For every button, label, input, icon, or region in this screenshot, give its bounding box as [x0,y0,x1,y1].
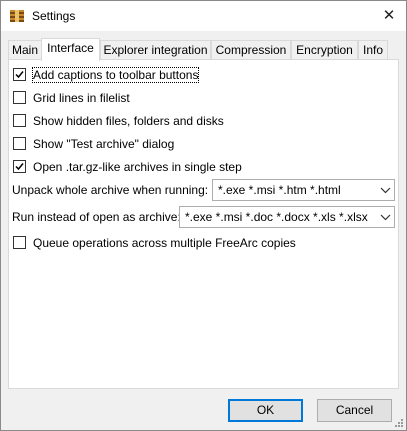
run-instead-label: Run instead of open as archive: [12,210,181,224]
checkbox-checked[interactable] [13,68,26,81]
chevron-down-icon[interactable] [377,207,394,227]
option-label: Add captions to toolbar buttons [31,67,200,83]
tab-interface[interactable]: Interface [41,38,100,61]
tab-info[interactable]: Info [358,40,388,60]
cancel-button[interactable]: Cancel [317,399,392,422]
settings-window: Settings ✕ Main Interface Explorer integ… [0,0,407,431]
tab-encryption[interactable]: Encryption [291,40,358,60]
archive-icon [10,10,24,22]
checkbox-unchecked[interactable] [13,114,26,127]
option-label: Grid lines in filelist [33,91,130,105]
unpack-value: *.exe *.msi *.htm *.html [218,183,341,197]
resize-grip-icon[interactable] [394,418,404,428]
unpack-combo[interactable]: *.exe *.msi *.htm *.html [212,179,395,201]
checkbox-unchecked[interactable] [13,236,26,249]
checkbox-unchecked[interactable] [13,137,26,150]
tab-strip: Main Interface Explorer integration Comp… [8,38,400,61]
window-title: Settings [32,9,76,23]
tab-explorer-integration[interactable]: Explorer integration [100,40,211,60]
interface-panel: Add captions to toolbar buttons Grid lin… [8,59,399,389]
close-button[interactable]: ✕ [372,1,406,31]
checkmark-icon [15,71,24,79]
option-label: Open .tar.gz-like archives in single ste… [33,160,242,174]
option-label: Show hidden files, folders and disks [33,114,224,128]
option-label: Queue operations across multiple FreeArc… [33,236,296,250]
checkmark-icon [15,163,24,171]
run-instead-combo[interactable]: *.exe *.msi *.doc *.docx *.xls *.xlsx [179,206,395,228]
tab-main[interactable]: Main [8,40,42,60]
title-bar: Settings ✕ [1,1,406,31]
chevron-down-icon[interactable] [377,180,394,200]
unpack-label: Unpack whole archive when running: [12,183,209,197]
checkbox-unchecked[interactable] [13,91,26,104]
ok-button[interactable]: OK [228,399,303,422]
run-instead-value: *.exe *.msi *.doc *.docx *.xls *.xlsx [185,210,368,224]
close-icon: ✕ [382,7,396,24]
tab-compression[interactable]: Compression [211,40,291,60]
option-label: Show "Test archive" dialog [33,137,175,151]
checkbox-checked[interactable] [13,160,26,173]
